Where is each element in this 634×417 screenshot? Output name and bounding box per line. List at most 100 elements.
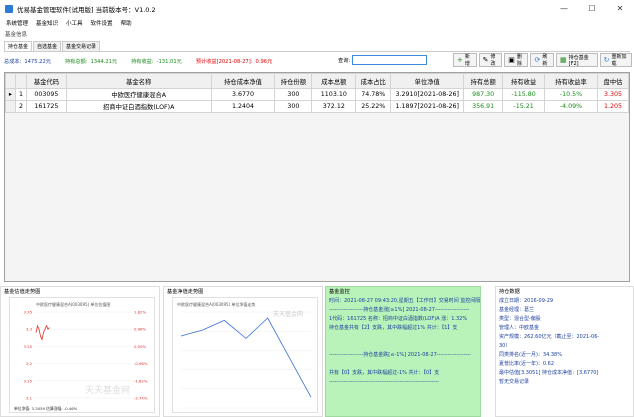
col-fund-code[interactable]: 基金代码 (25, 73, 67, 89)
tab-watchlist[interactable]: 自选基金 (33, 41, 62, 51)
menu-settings[interactable]: 软件设置 (91, 19, 113, 27)
cell-cost-total[interactable]: 372.12 (311, 100, 357, 113)
cell-holding-total[interactable]: 987.30 (463, 88, 504, 101)
holding-profit: 持有收益: -131.01元 (131, 59, 182, 65)
cell-profit-rate[interactable]: -10.5% (544, 88, 598, 101)
menu-knowledge[interactable]: 基金知识 (36, 19, 58, 27)
cell-fund-code[interactable]: 161725 (25, 100, 67, 113)
close-button[interactable]: ✕ (606, 0, 634, 17)
delete-button[interactable]: ▣ 删除 (504, 53, 529, 67)
detail-line: 30） (499, 343, 511, 349)
detail-line: 管理人：中欧基金 (499, 325, 540, 331)
cell-shares[interactable]: 300 (274, 88, 313, 101)
estimated-profit: 预计收益[2021-08-27]: 0.96元 (195, 59, 273, 65)
cell-cost-nav[interactable]: 1.2404 (210, 100, 276, 113)
col-cost-total[interactable]: 成本总额 (311, 73, 357, 89)
cell-intraday-est[interactable]: 1.205 (596, 100, 629, 113)
cell-holding-profit[interactable]: -115.80 (502, 88, 546, 101)
holdings-button[interactable]: ▦ 持仓基金[F2] (556, 53, 598, 67)
app-icon (5, 4, 13, 13)
col-unit-nav[interactable]: 单位净值 (390, 73, 465, 89)
menu-tools[interactable]: 小工具 (66, 19, 83, 27)
monitor-line: 持仓基金共有【2】支跌，其中跌幅超过1% 共计：【1】支 (329, 325, 458, 331)
nav-chart: 中欧医疗健康混合A(003095) 单位净值走势 天天基金网 (172, 297, 318, 413)
cell-fund-name[interactable]: 中欧医疗健康混合A (65, 88, 212, 101)
detail-line: 成立日期：2016-09-29 (499, 298, 554, 304)
search-input[interactable] (352, 55, 428, 65)
col-profit-rate[interactable]: 持有收益率 (544, 73, 598, 89)
detail-line: 同类排名(近一月)：34.38% (499, 352, 562, 358)
edit-button[interactable]: ✎ 修改 (478, 53, 503, 67)
monitor-line: ----------------------------------------… (329, 379, 440, 385)
cell-fund-code[interactable]: 003095 (25, 88, 67, 101)
table-header-row: 基金代码 基金名称 持仓成本净值 持仓份额 成本总额 成本占比 单位净值 持有总… (5, 73, 629, 89)
col-shares[interactable]: 持仓份额 (274, 73, 313, 89)
monitor-title: 基金监控 (329, 289, 350, 295)
intraday-chart: 中欧医疗健康混合A(003095) 单位估值图 天天基金网 单位净值: 3.30… (9, 297, 155, 413)
y-tick-label-right: 0.00% (134, 344, 146, 349)
monitor-line: 1代码：161725 名称：招商中证白酒指数(LOF)A 涨：1.32% (329, 316, 468, 322)
cell-holding-profit[interactable]: -15.21 (502, 100, 546, 113)
detail-line: 最中估值[3.3051] 持仓成本净值：[3.6770] (499, 370, 599, 376)
cell-profit-rate[interactable]: -4.09% (544, 100, 598, 113)
detail-line: 夏普比率(近一年)：0.62 (499, 361, 555, 367)
detail-panel: 持仓数据 成立日期：2016-09-29 基金经理：葛兰 类型：混合型-偏股 管… (495, 286, 634, 417)
group-title: 基金信息 (5, 32, 28, 38)
minimize-button[interactable]: — (550, 0, 578, 17)
window-controls: — ☐ ✕ (550, 0, 634, 17)
y-tick-label-left: 3.35 (24, 310, 33, 315)
refresh-button[interactable]: ⟳ 刷新 (530, 53, 555, 67)
table-row[interactable]: 2 161725 招商中证白酒指数(LOF)A 1.2404 300 372.1… (5, 100, 629, 113)
detail-line: 类型：混合型-偏股 (499, 316, 541, 322)
intraday-watermark: 天天基金网 (85, 384, 130, 396)
plus-icon: + (457, 56, 463, 64)
row-number: 2 (14, 100, 27, 113)
nav-chart-title: 基金净值走势图 (167, 289, 204, 295)
table-row[interactable]: ▸ 1 003095 中欧医疗健康混合A 3.6770 300 1103.10 … (5, 88, 629, 101)
row-header-corner (5, 73, 16, 89)
y-tick-label-right: -1.82% (134, 378, 148, 383)
reload-icon: ↻ (603, 56, 610, 64)
monitor-line: 时间：2021-08-27 09:43:20,星期五【工作日】交易时间 监控间隔… (329, 298, 480, 304)
col-holding-total[interactable]: 持有总额 (463, 73, 504, 89)
cell-unit-nav[interactable]: 3.2910[2021-08-26] (390, 88, 465, 101)
menu-bar: 系统管理 基金知识 小工具 软件设置 帮助 (0, 17, 634, 28)
total-cost: 总成本: 1475.22元 (4, 59, 51, 65)
y-tick-label-right: 1.82% (134, 310, 146, 315)
detail-line: 暂无交易记录 (499, 379, 530, 385)
col-cost-ratio[interactable]: 成本占比 (355, 73, 392, 89)
cell-cost-ratio[interactable]: 74.78% (355, 88, 392, 101)
cell-cost-nav[interactable]: 3.6770 (210, 88, 276, 101)
reload-button[interactable]: ↻ 重新加载 (599, 53, 632, 67)
col-fund-name[interactable]: 基金名称 (65, 73, 212, 89)
tab-holdings[interactable]: 持仓基金 (4, 41, 33, 51)
menu-system[interactable]: 系统管理 (6, 19, 28, 27)
cell-intraday-est[interactable]: 3.305 (596, 88, 629, 101)
cell-fund-name[interactable]: 招商中证白酒指数(LOF)A (65, 100, 212, 113)
edit-icon: ✎ (482, 56, 489, 64)
cell-cost-ratio[interactable]: 25.22% (355, 100, 392, 113)
cell-holding-total[interactable]: 356.91 (463, 100, 504, 113)
cell-shares[interactable]: 300 (274, 100, 313, 113)
menu-help[interactable]: 帮助 (121, 19, 132, 27)
detail-line: 资产规模：262.60亿元（截止至：2021-06- (499, 334, 600, 340)
cell-cost-total[interactable]: 1103.10 (311, 88, 357, 101)
delete-icon: ▣ (508, 56, 515, 64)
monitor-line: 共有【0】支跌，其中跌幅超过-1% 共计：【0】支 (329, 370, 440, 376)
row-number: 1 (14, 88, 27, 101)
maximize-button[interactable]: ☐ (578, 0, 606, 17)
nav-legend: 中欧医疗健康混合A(003095) 单位净值走势 (177, 301, 255, 307)
tab-trade-records[interactable]: 基金交易记录 (62, 41, 101, 51)
search-label: 查询: (338, 57, 351, 64)
col-intraday-est[interactable]: 盘中估 (596, 73, 629, 89)
col-cost-nav[interactable]: 持仓成本净值 (210, 73, 276, 89)
search-area: 查询: (338, 55, 428, 65)
col-holding-profit[interactable]: 持有收益 (502, 73, 546, 89)
title-bar: 优易基金管理软件[试用版] 当前版本号：V1.0.2 — ☐ ✕ (0, 0, 634, 17)
intraday-chart-panel: 基金估值走势图 中欧医疗健康混合A(003095) 单位估值图 天天基金网 单位… (0, 286, 160, 417)
total-holding: 持有总额: 1344.21元 (64, 59, 118, 65)
cell-unit-nav[interactable]: 1.1897[2021-08-26] (390, 100, 465, 113)
intraday-footer: 单位净值: 3.3059 估算涨幅: -0.46% (14, 406, 78, 411)
y-tick-label-right: -0.96% (134, 361, 148, 366)
add-button[interactable]: + 新增 (453, 53, 477, 67)
